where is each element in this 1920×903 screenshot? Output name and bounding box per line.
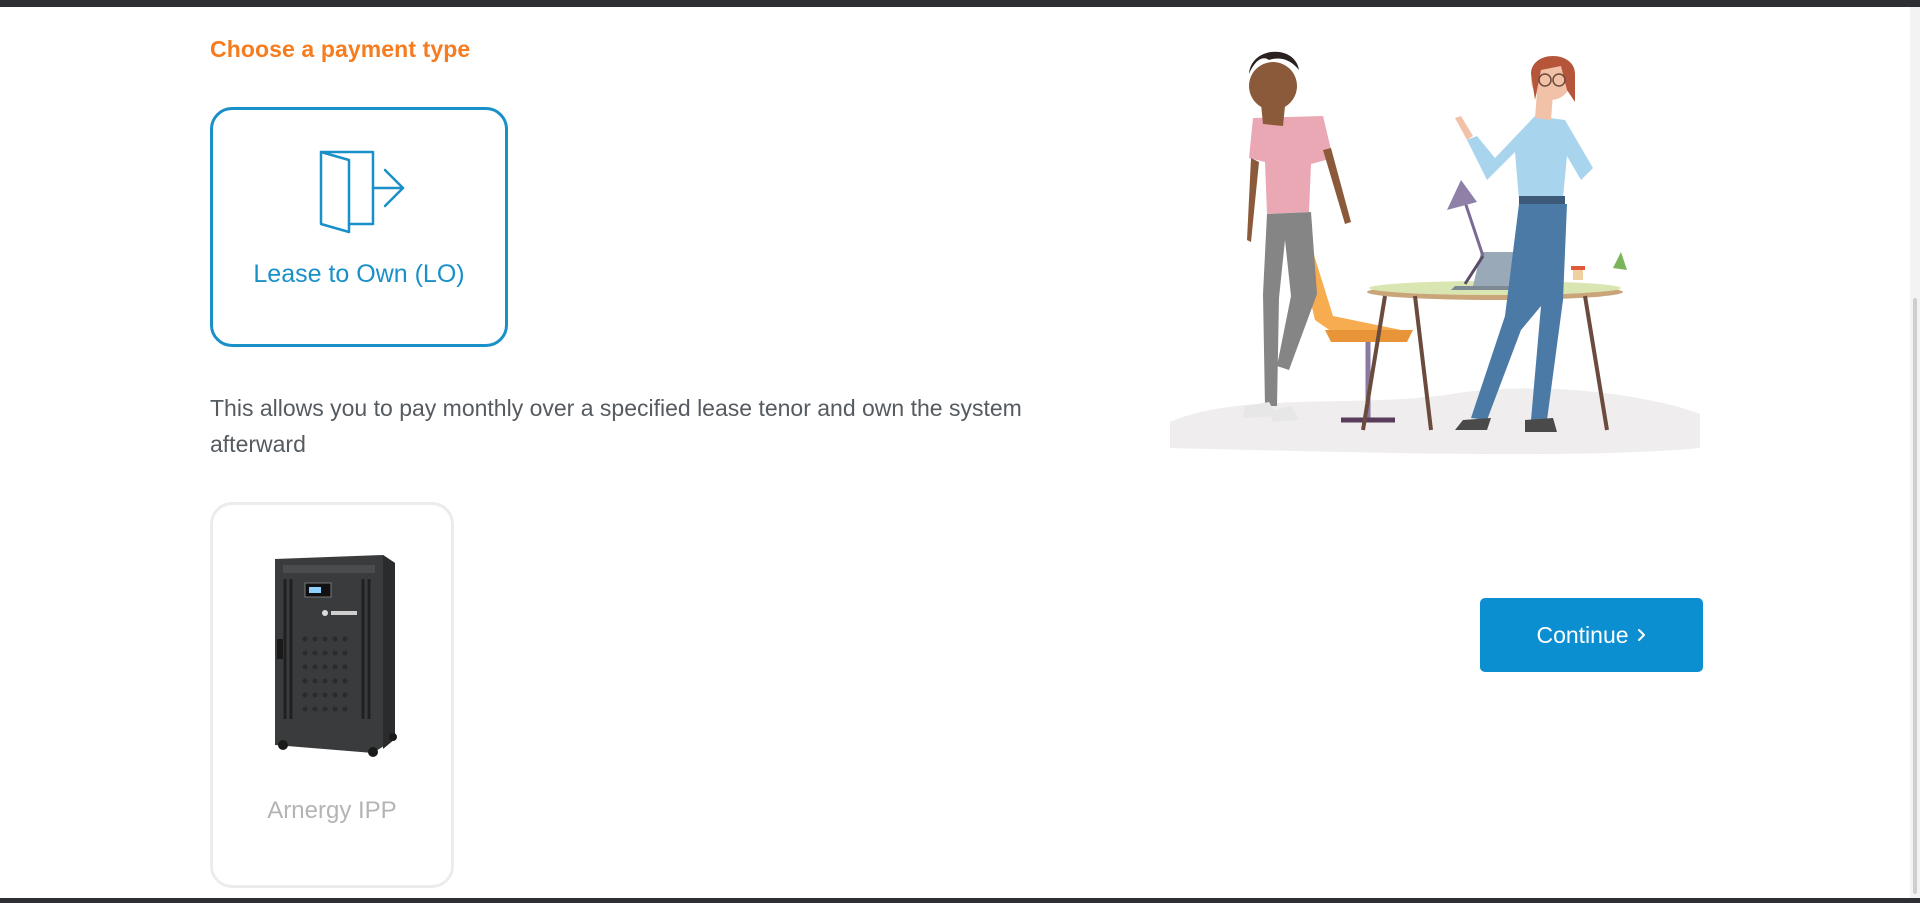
bottom-bar <box>0 898 1920 903</box>
continue-button-label: Continue <box>1536 621 1629 648</box>
door-exit-icon <box>319 150 405 234</box>
section-title: Choose a payment type <box>210 36 471 62</box>
chevron-right-icon <box>1637 629 1645 641</box>
top-bar <box>0 0 1920 7</box>
payment-option-label: Lease to Own (LO) <box>253 260 465 288</box>
payment-option-lease-to-own[interactable]: Lease to Own (LO) <box>210 107 508 347</box>
scrollbar-thumb[interactable] <box>1913 298 1917 894</box>
product-card-arnergy-ipp[interactable]: Arnergy IPP <box>210 502 454 888</box>
product-name: Arnergy IPP <box>267 797 397 824</box>
payment-description: This allows you to pay monthly over a sp… <box>210 395 1022 457</box>
continue-button[interactable]: Continue <box>1480 598 1703 672</box>
battery-cabinet-image <box>275 555 397 757</box>
office-people-illustration <box>1170 51 1700 455</box>
